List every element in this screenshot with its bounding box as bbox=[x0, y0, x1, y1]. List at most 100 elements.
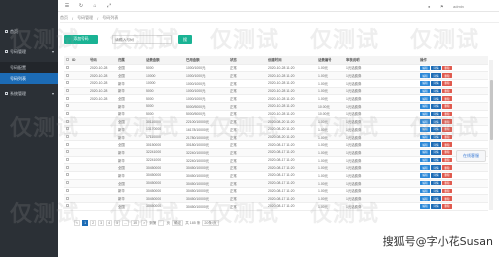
column-header[interactable]: 审核说明 bbox=[344, 56, 418, 65]
delete-button[interactable]: 删除 bbox=[442, 196, 452, 201]
add-number-button[interactable]: 添加号码 bbox=[64, 35, 98, 44]
sidebar-item-number-list[interactable]: 号码列表 bbox=[0, 73, 58, 84]
delete-button[interactable]: 删除 bbox=[442, 188, 452, 194]
row-checkbox[interactable] bbox=[66, 158, 69, 162]
delete-button[interactable]: 删除 bbox=[442, 103, 452, 109]
row-checkbox[interactable] bbox=[66, 111, 69, 115]
detail-button[interactable]: 详情 bbox=[431, 203, 441, 209]
scrollbar-thumb[interactable] bbox=[489, 80, 493, 140]
edit-button[interactable]: 编辑 bbox=[420, 111, 430, 117]
delete-button[interactable]: 删除 bbox=[442, 165, 452, 171]
edit-button[interactable]: 编辑 bbox=[420, 103, 430, 109]
delete-button[interactable]: 删除 bbox=[442, 134, 452, 140]
prev-page-button[interactable]: < bbox=[74, 220, 81, 226]
page-button[interactable]: ... bbox=[122, 220, 130, 226]
table-row[interactable]: 2020-10-28 全国 5000 1000/1000元 正常 2020-10-28 1… bbox=[64, 64, 488, 73]
row-checkbox[interactable] bbox=[66, 135, 69, 139]
sidebar-item-number-mgmt[interactable]: 号码管理 ▾ bbox=[0, 46, 58, 57]
delete-button[interactable]: 删除 bbox=[442, 65, 452, 71]
table-row[interactable]: 全国 30450000 30450/10000元 正常 2020-08-17 11:20… bbox=[64, 163, 488, 173]
row-checkbox[interactable] bbox=[66, 196, 69, 200]
breadcrumb-item[interactable]: 号码管理 bbox=[77, 15, 93, 21]
delete-button[interactable]: 删除 bbox=[442, 80, 452, 86]
detail-button[interactable]: 详情 bbox=[431, 157, 441, 163]
table-row[interactable]: 全国 30110000 22100/10000元 正常 2020-08-20 11:20… bbox=[64, 117, 488, 126]
page-button[interactable]: 3 bbox=[98, 220, 105, 226]
row-checkbox[interactable] bbox=[66, 104, 69, 108]
page-button[interactable]: 2 bbox=[90, 220, 97, 226]
column-header[interactable]: 状态 bbox=[228, 56, 266, 65]
edit-button[interactable]: 编辑 bbox=[420, 150, 430, 155]
edit-button[interactable]: 编辑 bbox=[420, 180, 430, 186]
edit-button[interactable]: 编辑 bbox=[420, 65, 430, 71]
select-all-checkbox[interactable] bbox=[66, 57, 69, 61]
edit-button[interactable]: 编辑 bbox=[420, 157, 430, 163]
column-header[interactable]: 话费金额 bbox=[144, 56, 184, 65]
detail-button[interactable]: 详情 bbox=[431, 103, 441, 109]
delete-button[interactable]: 删除 bbox=[442, 157, 452, 163]
table-row[interactable]: 2020-10-28 新华 5000 1000/1000元 正常 2020-10-28 1… bbox=[64, 87, 488, 96]
row-checkbox[interactable] bbox=[66, 81, 69, 85]
expand-icon[interactable]: ⤢ bbox=[106, 3, 112, 9]
row-checkbox[interactable] bbox=[66, 173, 69, 177]
edit-button[interactable]: 编辑 bbox=[420, 165, 430, 171]
detail-button[interactable]: 详情 bbox=[431, 180, 441, 186]
goto-page-input[interactable] bbox=[158, 220, 165, 226]
delete-button[interactable]: 删除 bbox=[442, 111, 452, 117]
detail-button[interactable]: 详情 bbox=[431, 65, 441, 71]
edit-button[interactable]: 编辑 bbox=[420, 173, 430, 178]
edit-button[interactable]: 编辑 bbox=[420, 127, 430, 132]
table-row[interactable]: 新华 17110000 21780/10000元 正常 2020-08-20 11:20… bbox=[64, 133, 488, 142]
table-row[interactable]: 新华 13170000 16178/10000元 正常 2020-08-20 11:20… bbox=[64, 125, 488, 134]
row-checkbox[interactable] bbox=[66, 150, 69, 154]
edit-button[interactable]: 编辑 bbox=[420, 196, 430, 201]
column-header[interactable]: ID bbox=[70, 56, 88, 65]
column-header[interactable]: 话费编号 bbox=[316, 56, 344, 65]
detail-button[interactable]: 详情 bbox=[431, 127, 441, 132]
row-checkbox[interactable] bbox=[66, 96, 69, 100]
edit-button[interactable]: 编辑 bbox=[420, 73, 430, 78]
table-row[interactable]: 新华 30450000 30450/10000元 正常 2020-08-17 11:20… bbox=[64, 171, 488, 180]
table-row[interactable]: 新华 30450000 30450/10000元 正常 2020-08-17 11:20… bbox=[64, 187, 488, 196]
delete-button[interactable]: 删除 bbox=[442, 142, 452, 148]
row-checkbox[interactable] bbox=[66, 88, 69, 92]
table-row[interactable]: 2020-10-28 全国 5000 1000/1000元 正常 2020-10-28 1… bbox=[64, 94, 488, 103]
delete-button[interactable]: 删除 bbox=[442, 73, 452, 78]
delete-button[interactable]: 删除 bbox=[442, 180, 452, 186]
vertical-scrollbar[interactable] bbox=[489, 60, 493, 210]
edit-button[interactable]: 编辑 bbox=[420, 203, 430, 209]
delete-button[interactable]: 删除 bbox=[442, 96, 452, 101]
detail-button[interactable]: 详情 bbox=[431, 119, 441, 124]
breadcrumb-item[interactable]: 首页 bbox=[60, 15, 68, 21]
table-row[interactable]: 新华 32241000 32240/10000元 正常 2020-08-17 11:20… bbox=[64, 148, 488, 157]
search-input[interactable] bbox=[112, 35, 172, 44]
menu-icon[interactable]: ☰ bbox=[64, 3, 70, 9]
row-checkbox[interactable] bbox=[66, 181, 69, 185]
column-header[interactable]: 归属 bbox=[116, 56, 144, 65]
edit-button[interactable]: 编辑 bbox=[420, 80, 430, 86]
edit-button[interactable]: 编辑 bbox=[420, 188, 430, 194]
table-row[interactable]: 2020-10-28 新华 10000 1000/1000元 正常 2020-10-28 … bbox=[64, 79, 488, 88]
detail-button[interactable]: 详情 bbox=[431, 165, 441, 171]
row-checkbox[interactable] bbox=[66, 127, 69, 131]
table-row[interactable]: 全国 30150000 30180/10000元 正常 2020-08-17 11:20… bbox=[64, 140, 488, 150]
edit-button[interactable]: 编辑 bbox=[420, 142, 430, 148]
home-icon[interactable]: ⌂ bbox=[92, 3, 98, 9]
detail-button[interactable]: 详情 bbox=[431, 73, 441, 78]
confirm-button[interactable]: 确定 bbox=[172, 220, 184, 226]
detail-button[interactable]: 详情 bbox=[431, 111, 441, 117]
table-row[interactable]: 全国 30450000 30450/10000元 正常 2020-08-17 11:20… bbox=[64, 202, 488, 211]
table-row[interactable]: 新华 32241000 32240/10000元 正常 2020-08-17 11:20… bbox=[64, 156, 488, 165]
detail-button[interactable]: 详情 bbox=[431, 134, 441, 140]
delete-button[interactable]: 删除 bbox=[442, 203, 452, 209]
row-checkbox[interactable] bbox=[66, 65, 69, 69]
detail-button[interactable]: 详情 bbox=[431, 188, 441, 194]
user-menu[interactable]: admin bbox=[453, 4, 464, 9]
page-button[interactable]: 4 bbox=[106, 220, 113, 226]
edit-button[interactable]: 编辑 bbox=[420, 119, 430, 124]
notification-icon[interactable]: ● bbox=[428, 4, 430, 9]
table-row[interactable]: 新华 5000 5000/5000元 正常 2020-10-28 11:20 10.00元… bbox=[64, 102, 488, 111]
table-row[interactable]: 2020-10-28 全国 10000 1000/1000元 正常 2020-10-28 … bbox=[64, 71, 488, 80]
row-checkbox[interactable] bbox=[66, 188, 69, 192]
sidebar-item-system[interactable]: 系统管理 ▾ bbox=[0, 88, 58, 99]
